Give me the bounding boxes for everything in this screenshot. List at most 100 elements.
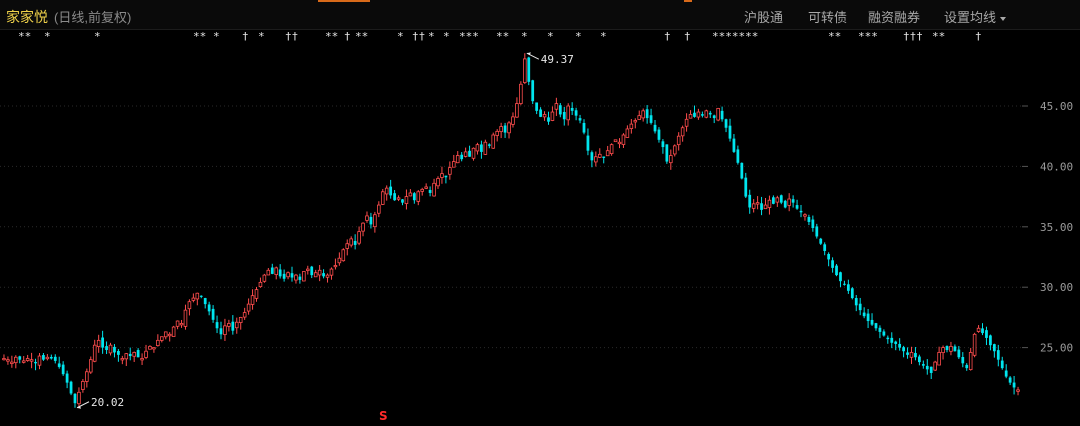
candle-body bbox=[37, 355, 42, 366]
candle-body bbox=[858, 303, 862, 311]
candle-body bbox=[317, 269, 322, 276]
candle-body bbox=[775, 197, 780, 203]
candle-body bbox=[531, 80, 535, 102]
candle-body bbox=[866, 313, 870, 322]
candle-body bbox=[835, 265, 838, 276]
candle-body bbox=[278, 269, 282, 277]
candle-body bbox=[65, 373, 69, 383]
candle-body bbox=[799, 210, 803, 213]
candle-body bbox=[136, 350, 140, 358]
candle-body bbox=[416, 191, 421, 202]
candle-body bbox=[175, 320, 180, 327]
candle-body bbox=[839, 272, 842, 282]
candle-body bbox=[542, 114, 547, 118]
special-event-marker[interactable]: S bbox=[379, 409, 388, 423]
candle-body bbox=[621, 134, 626, 145]
candle-body bbox=[105, 346, 108, 351]
candle-body bbox=[570, 107, 574, 111]
candle-body bbox=[436, 178, 440, 187]
candle-body bbox=[850, 288, 854, 299]
candle-body bbox=[29, 359, 34, 362]
candle-body bbox=[609, 144, 614, 155]
candle-body bbox=[219, 328, 223, 335]
candle-body bbox=[117, 350, 120, 355]
candle-body bbox=[562, 112, 566, 120]
candle-body bbox=[274, 267, 279, 275]
candle-body bbox=[878, 327, 882, 332]
candle-body bbox=[475, 144, 480, 152]
candle-body bbox=[238, 316, 243, 323]
candle-body bbox=[428, 189, 432, 193]
candle-body bbox=[558, 105, 562, 115]
candle-body bbox=[921, 364, 925, 366]
candle-body bbox=[653, 124, 657, 132]
candle-body bbox=[843, 283, 846, 285]
candle-body bbox=[519, 83, 523, 105]
candle-body bbox=[282, 273, 286, 279]
candle-body bbox=[254, 289, 259, 299]
y-tick-label: 40.00 bbox=[1040, 160, 1073, 173]
candle-body bbox=[401, 199, 404, 203]
candle-body bbox=[527, 57, 531, 82]
candle-body bbox=[42, 355, 45, 360]
candle-body bbox=[101, 337, 104, 348]
candle-body bbox=[732, 138, 736, 152]
candle-body bbox=[989, 335, 992, 346]
candle-body bbox=[909, 352, 914, 358]
candle-body bbox=[156, 339, 160, 347]
candle-body bbox=[981, 328, 984, 334]
candle-body bbox=[854, 298, 858, 306]
candle-body bbox=[25, 358, 30, 361]
candle-body bbox=[696, 111, 701, 118]
candle-body bbox=[483, 141, 488, 155]
candle-body bbox=[85, 371, 89, 382]
candle-body bbox=[396, 197, 401, 200]
candle-body bbox=[602, 156, 606, 158]
candle-body bbox=[625, 128, 630, 138]
candle-body bbox=[140, 358, 144, 361]
candle-body bbox=[708, 112, 712, 115]
candlestick-chart[interactable]: 25.00 30.00 35.00 40.00 45.00 49.37 20.02 bbox=[0, 0, 1080, 426]
candle-body bbox=[365, 215, 369, 221]
candle-body bbox=[929, 366, 933, 373]
candle-body bbox=[693, 112, 696, 117]
candle-body bbox=[976, 327, 981, 332]
candle-body bbox=[957, 349, 961, 358]
candle-body bbox=[898, 343, 902, 348]
candle-body bbox=[740, 162, 744, 179]
candle-body bbox=[515, 103, 519, 118]
candle-body bbox=[882, 331, 886, 336]
grid-lines bbox=[0, 105, 1022, 349]
candle-body bbox=[637, 115, 642, 120]
candle-body bbox=[6, 359, 10, 362]
candle-body bbox=[73, 393, 77, 404]
candle-body bbox=[242, 312, 247, 318]
candle-body bbox=[680, 127, 685, 137]
candle-body bbox=[807, 217, 811, 222]
candle-body bbox=[1000, 360, 1004, 369]
candle-body bbox=[152, 347, 156, 350]
candle-body bbox=[523, 58, 527, 83]
candle-body bbox=[582, 122, 586, 133]
candle-body bbox=[985, 330, 988, 338]
candle-body bbox=[704, 110, 709, 118]
candle-body bbox=[96, 339, 101, 347]
candle-body bbox=[480, 144, 483, 152]
candle-body bbox=[250, 295, 255, 305]
candle-body bbox=[566, 105, 570, 121]
candle-body bbox=[183, 309, 188, 327]
candle-body bbox=[996, 350, 1000, 360]
candle-body bbox=[755, 202, 760, 205]
low-price-label: 20.02 bbox=[91, 396, 124, 409]
candle-body bbox=[389, 186, 393, 196]
candle-body bbox=[262, 274, 267, 282]
candle-body bbox=[941, 347, 945, 354]
candle-body bbox=[167, 333, 172, 337]
candle-body bbox=[846, 284, 850, 291]
candle-body bbox=[294, 274, 298, 281]
candle-body bbox=[669, 155, 673, 164]
candle-body bbox=[207, 304, 211, 312]
candle-body bbox=[144, 350, 148, 358]
candle-body bbox=[290, 273, 294, 278]
candle-body bbox=[203, 298, 207, 305]
